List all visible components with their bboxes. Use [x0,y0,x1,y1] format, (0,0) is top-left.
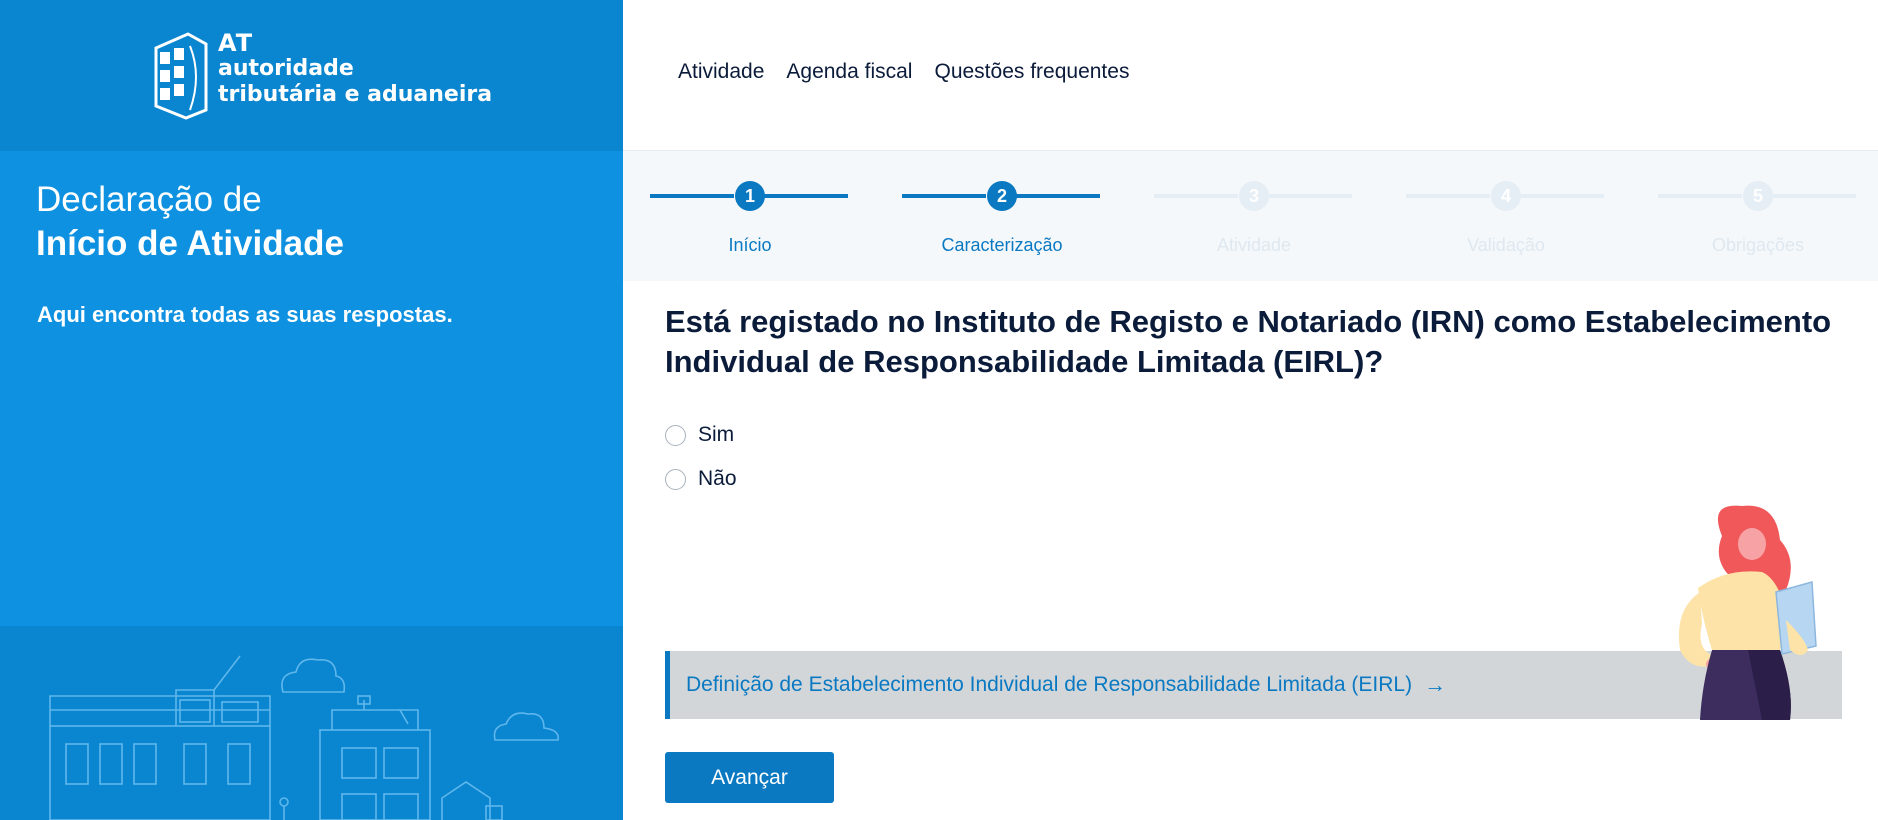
step-4-bar-left [1406,194,1490,198]
woman-illustration [1678,505,1817,720]
step-1-bar-right [764,194,848,198]
brand-header: AT autoridade tributária e aduaneira [0,0,623,151]
step-3-label: Atividade [1216,235,1292,255]
at-logo[interactable]: AT autoridade tributária e aduaneira [152,30,492,120]
step-1-label: Início [728,235,772,255]
nav-item-agenda-fiscal[interactable]: Agenda fiscal [786,60,912,84]
brand-abbr: AT [218,29,254,57]
step-5-bar-right [1772,194,1856,198]
sidebar-title-line1: Declaração de [36,180,262,219]
step-2-label: Caracterização [941,235,1063,255]
step-5: 5 Obrigações [1631,151,1856,281]
step-5-number: 5 [1743,181,1773,211]
radio-nao[interactable] [665,468,686,490]
answer-options: Sim Não [665,413,737,501]
progress-stepper: 1 Início 2 Caracterização 3 Atividade 4 … [623,151,1878,281]
step-3: 3 Atividade [1127,151,1352,281]
brand-text: AT autoridade tributária e aduaneira [218,30,492,108]
step-3-bar-left [1154,194,1238,198]
option-sim-label: Sim [698,423,735,446]
nav-item-atividade[interactable]: Atividade [678,60,764,84]
step-4-bar-right [1520,194,1604,198]
sidebar-panel: AT autoridade tributária e aduaneira Dec… [0,0,623,820]
step-3-number: 3 [1239,181,1269,211]
step-2-bar-right [1016,194,1100,198]
step-1-number: 1 [735,181,765,211]
step-4-number: 4 [1491,181,1521,211]
option-nao-label: Não [698,467,737,490]
arrow-right-icon: → [1424,672,1447,697]
option-nao[interactable]: Não [665,457,737,501]
eirl-definition-link-text: Definição de Estabelecimento Individual … [686,673,1413,696]
at-logo-icon [154,32,208,120]
radio-sim[interactable] [665,424,686,446]
option-sim[interactable]: Sim [665,413,737,457]
question-title: Está registado no Instituto de Registo e… [665,304,1832,379]
step-4: 4 Validação [1379,151,1604,281]
step-2-bar-left [902,194,986,198]
step-2-number: 2 [987,181,1017,211]
sidebar-subtitle: Aqui encontra todas as suas respostas. [37,302,453,327]
brand-line1: autoridade [218,56,354,81]
advance-button[interactable]: Avançar [665,752,834,803]
step-4-label: Validação [1467,235,1545,255]
step-3-bar-right [1268,194,1352,198]
step-5-bar-left [1658,194,1742,198]
city-illustration [49,655,560,820]
step-1: 1 Início [623,151,848,281]
step-1-bar-left [650,194,734,198]
eirl-definition-link[interactable]: Definição de Estabelecimento Individual … [686,672,1446,698]
brand-line2: tributária e aduaneira [218,82,493,107]
sidebar-title: Declaração de Início de Atividade [36,178,344,266]
sidebar-title-line2: Início de Atividade [36,224,344,263]
step-2: 2 Caracterização [875,151,1100,281]
step-5-label: Obrigações [1711,235,1805,255]
main-nav: Atividade Agenda fiscal Questões frequen… [678,60,1129,84]
nav-item-questoes-frequentes[interactable]: Questões frequentes [934,60,1129,84]
